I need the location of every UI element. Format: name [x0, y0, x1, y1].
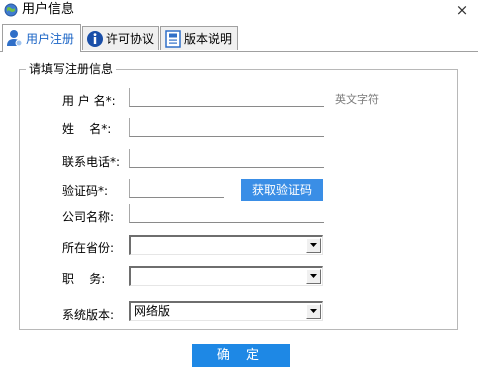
tab-register[interactable]: 用户注册: [2, 24, 81, 52]
username-hint: 英文字符: [335, 93, 379, 106]
version-select[interactable]: 网络版: [129, 301, 323, 321]
document-icon: [164, 30, 182, 48]
phone-label: 联系电话*:: [62, 155, 121, 169]
position-select[interactable]: [129, 266, 323, 286]
user-icon: [6, 29, 24, 47]
chevron-down-icon[interactable]: [306, 304, 321, 319]
name-input[interactable]: [129, 118, 324, 137]
register-group: [19, 69, 458, 330]
tab-register-label: 用户注册: [26, 32, 75, 46]
phone-input[interactable]: [129, 149, 324, 168]
username-label: 用 户 名*:: [62, 94, 116, 108]
tab-license[interactable]: 许可协议: [82, 26, 159, 50]
tab-version-notes[interactable]: 版本说明: [160, 26, 238, 50]
username-input[interactable]: [129, 88, 324, 107]
app-globe-icon: [4, 3, 18, 17]
ok-button[interactable]: 确 定: [192, 344, 290, 367]
name-label: 姓 名*:: [62, 122, 112, 136]
tab-license-label: 许可协议: [106, 32, 155, 46]
group-title: 请填写注册信息: [26, 62, 117, 76]
chevron-down-icon[interactable]: [306, 269, 321, 284]
chevron-down-icon[interactable]: [306, 238, 321, 253]
version-value: 网络版: [134, 304, 171, 318]
title-bar: 用户信息 ×: [0, 0, 478, 21]
close-button[interactable]: ×: [454, 1, 470, 19]
position-label: 职 务:: [62, 272, 106, 286]
captcha-input[interactable]: [129, 179, 224, 198]
captcha-label: 验证码*:: [62, 184, 109, 198]
info-icon: [86, 30, 104, 48]
close-icon: ×: [455, 1, 469, 19]
version-label: 系统版本:: [62, 308, 115, 322]
tab-version-notes-label: 版本说明: [184, 32, 233, 46]
company-label: 公司名称:: [62, 210, 115, 224]
window-title: 用户信息: [22, 2, 75, 17]
company-input[interactable]: [129, 204, 324, 223]
province-label: 所在省份:: [62, 241, 115, 255]
tab-strip: 用户注册 许可协议 版本说明: [0, 24, 478, 52]
province-select[interactable]: [129, 235, 323, 255]
get-captcha-button[interactable]: 获取验证码: [241, 179, 323, 201]
